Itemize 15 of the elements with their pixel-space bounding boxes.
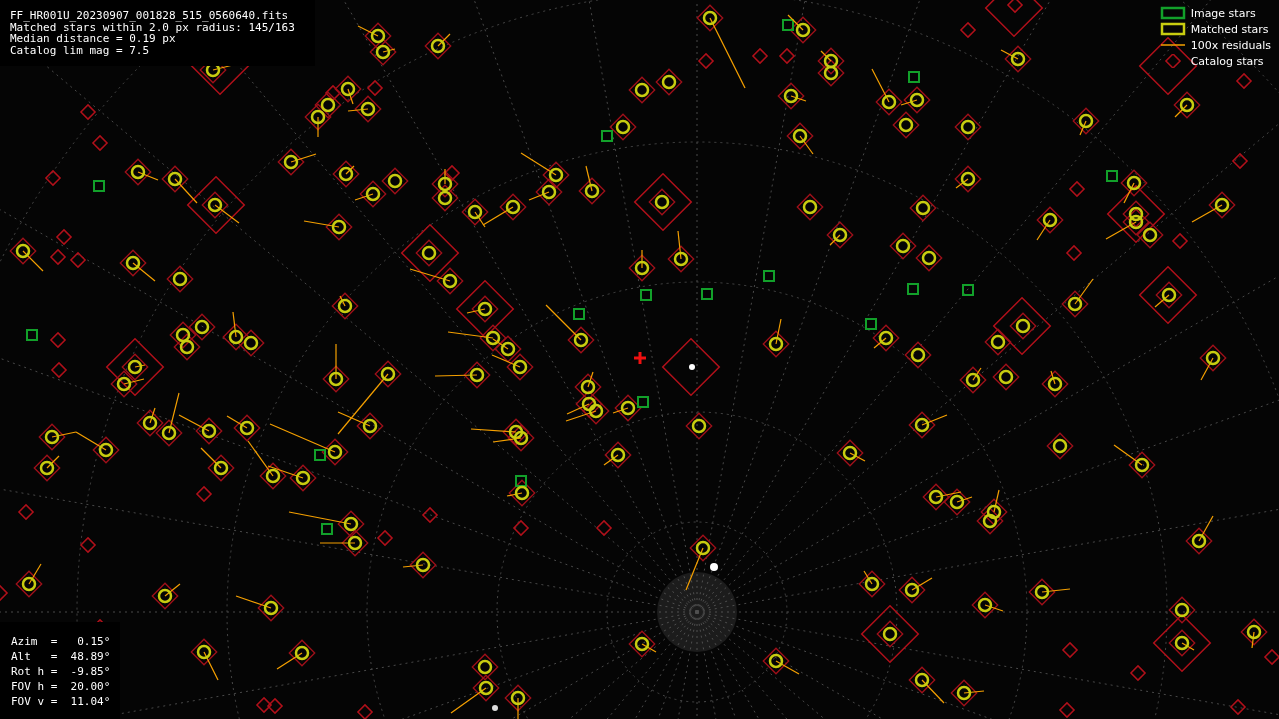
info-text: Catalog lim mag = 7.5 [10, 44, 151, 56]
pointing-text: Azim = 0.15° [11, 634, 111, 649]
legend-label: Image stars [1190, 6, 1256, 20]
info-text: Matched stars within 2.0 px radius: 145/163 [10, 21, 295, 33]
pointing-text: Alt = 48.89° [11, 649, 111, 664]
image-star-marker-icon [1159, 6, 1186, 20]
legend-label: Matched stars [1190, 22, 1269, 36]
legend-label: Catalog stars [1190, 54, 1264, 68]
legend-label: 100x residuals [1190, 38, 1271, 52]
matched-star-marker-icon [1159, 22, 1186, 36]
info-text: Median distance = 0.19 px [10, 33, 176, 45]
pointing-text: FOV h = 20.00° [11, 679, 111, 694]
info-text: FF_HR001U_20230907_001828_515_0560640.fits [10, 10, 290, 22]
pointing-text: FOV v = 11.04° [11, 694, 111, 709]
pointing-text: Rot h = -9.85° [11, 664, 111, 679]
